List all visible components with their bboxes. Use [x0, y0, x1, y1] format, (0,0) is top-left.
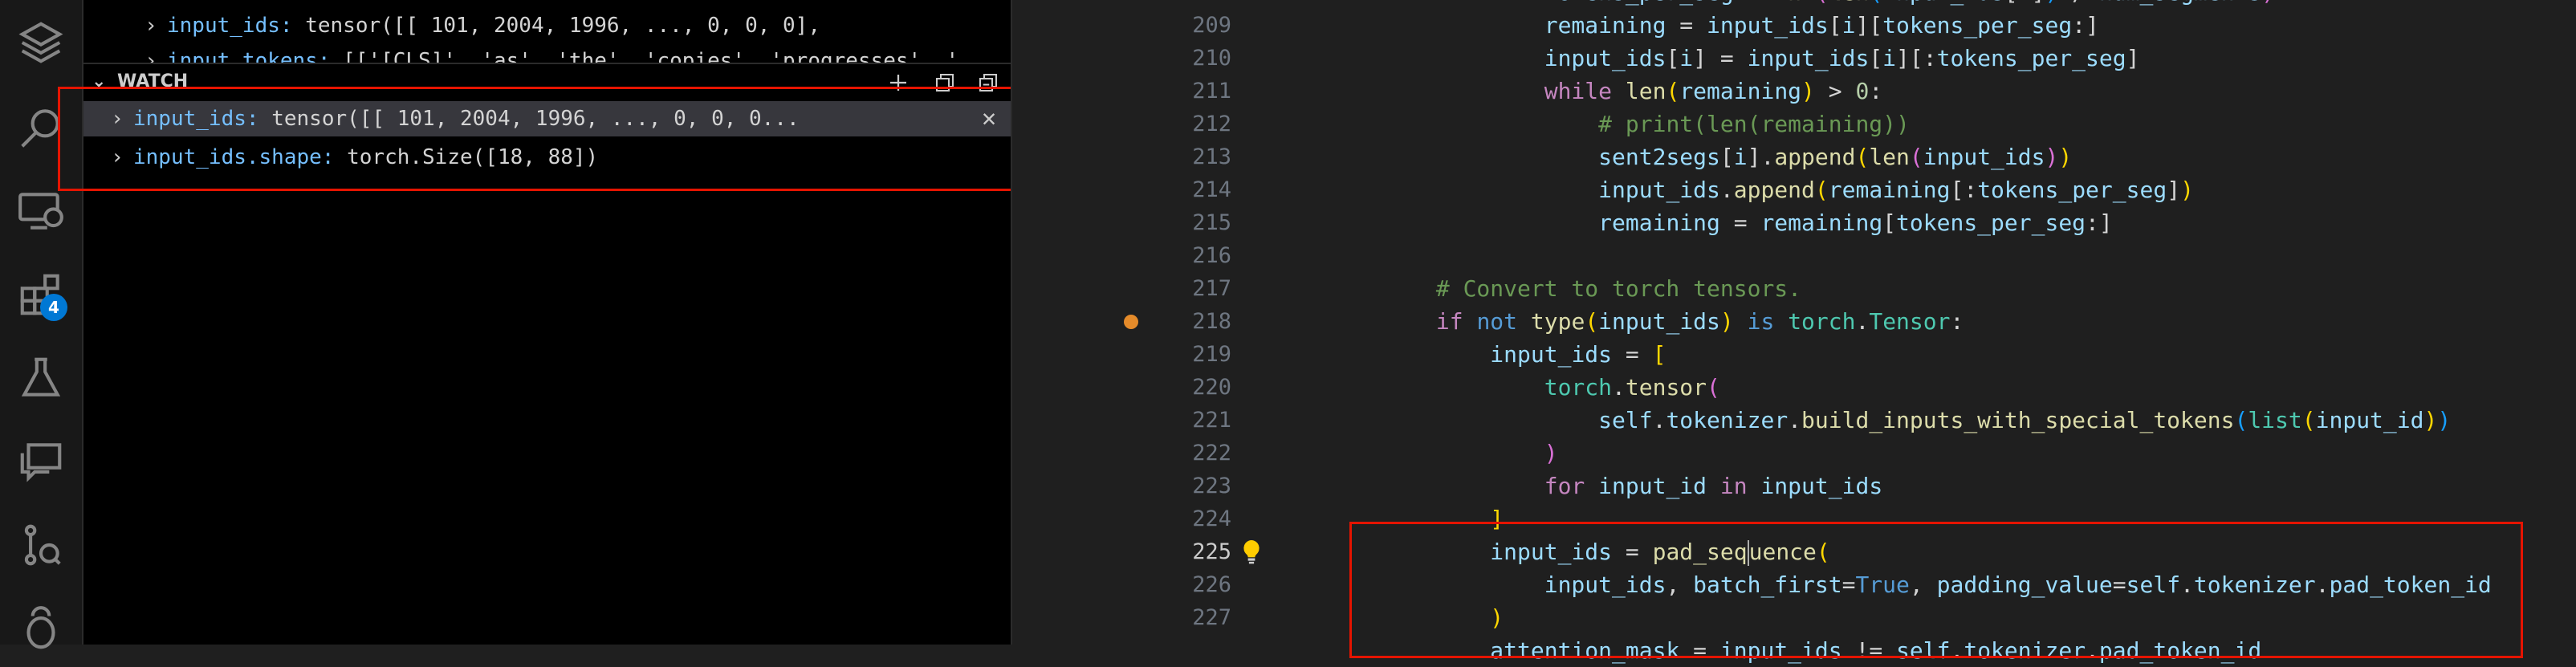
code-line: )	[1544, 440, 1558, 466]
watch-item[interactable]: › input_ids.shape: torch.Size([18, 88])	[83, 140, 1011, 175]
line-number: 214	[1192, 177, 1231, 202]
chevron-right-icon[interactable]: ›	[135, 10, 167, 42]
code-line: tokens_per_seg = int(len(input_ids[i]) /…	[1328, 0, 2275, 9]
lightbulb-icon[interactable]	[1239, 538, 1264, 567]
code-line: remaining = remaining[tokens_per_seg:]	[1598, 209, 2113, 236]
line-number: 227	[1192, 605, 1231, 630]
collapse-all-icon[interactable]	[976, 71, 1000, 95]
line-number: 220	[1192, 375, 1231, 400]
code-line: for input_id in input_ids	[1544, 473, 1883, 499]
debug-icon[interactable]	[16, 604, 66, 653]
line-number: 224	[1192, 506, 1231, 531]
line-number: 212	[1192, 112, 1231, 136]
line-number: 226	[1192, 572, 1231, 597]
chevron-right-icon[interactable]: ›	[101, 140, 133, 175]
watch-item[interactable]: › input_ids: tensor([[ 101, 2004, 1996, .…	[83, 101, 1011, 136]
line-number: 215	[1192, 210, 1231, 235]
code-line: self.tokenizer.build_inputs_with_special…	[1598, 407, 2452, 433]
refresh-icon[interactable]	[933, 71, 957, 95]
code-editor[interactable]: 209 210 211 212 213 214 215 216 217 218 …	[1119, 0, 2576, 664]
line-number: 223	[1192, 474, 1231, 498]
debug-sidebar: › input_ids: tensor([[ 101, 2004, 1996, .…	[83, 0, 1011, 645]
remote-explorer-icon[interactable]	[16, 186, 66, 236]
line-number-active: 225	[1192, 539, 1231, 564]
code-line: input_ids[i] = input_ids[i][:tokens_per_…	[1544, 45, 2140, 71]
extensions-badge: 4	[40, 294, 67, 321]
watch-key: input_ids:	[133, 107, 259, 131]
chevron-down-icon[interactable]: ⌄	[92, 64, 106, 100]
code-line: input_ids = [	[1490, 341, 1666, 368]
chevron-right-icon[interactable]: ›	[135, 45, 167, 63]
variable-row-partial[interactable]: › input_tokens: [['[CLS]', 'as', 'the', '…	[83, 45, 1011, 63]
line-number: 216	[1192, 243, 1231, 268]
watch-value: tensor([[ 101, 2004, 1996, ..., 0, 0, 0.…	[271, 107, 800, 131]
testing-icon[interactable]	[16, 353, 66, 403]
line-number: 210	[1192, 46, 1231, 71]
code-line: remaining = input_ids[i][tokens_per_seg:…	[1544, 12, 2099, 39]
watch-key: input_ids.shape:	[133, 145, 335, 169]
chevron-right-icon[interactable]: ›	[101, 101, 133, 136]
variable-row[interactable]: › input_ids: tensor([[ 101, 2004, 1996, .…	[83, 10, 1011, 42]
line-number: 218	[1192, 309, 1231, 334]
code-line: torch.tensor(	[1544, 374, 1720, 401]
source-control-icon[interactable]	[16, 520, 66, 570]
line-number: 213	[1192, 144, 1231, 169]
variable-key: input_tokens:	[167, 49, 331, 63]
line-number: 221	[1192, 408, 1231, 433]
variable-key: input_ids:	[167, 14, 293, 38]
code-line: while len(remaining) > 0:	[1544, 78, 1883, 104]
code-line: sent2segs[i].append(len(input_ids))	[1598, 144, 2073, 170]
code-line: input_ids, batch_first=True, padding_val…	[1544, 571, 2492, 598]
line-number: 222	[1192, 441, 1231, 466]
line-number: 217	[1192, 276, 1231, 301]
code-line: input_ids.append(remaining[:tokens_per_s…	[1598, 177, 2194, 203]
code-line-active: input_ids = pad_sequence(	[1490, 539, 1830, 566]
search-icon[interactable]	[16, 103, 66, 153]
remove-expression-icon[interactable]: ✕	[982, 101, 996, 136]
code-line: attention_mask = input_ids != self.token…	[1490, 637, 2262, 664]
code-line: # print(len(remaining))	[1598, 111, 1910, 137]
code-line: # Convert to torch tensors.	[1435, 275, 1802, 302]
code-line: ]	[1490, 506, 1504, 532]
explorer-icon[interactable]	[16, 18, 66, 67]
panel-divider	[1011, 0, 1119, 645]
code-line: )	[1490, 604, 1504, 631]
watch-section-header[interactable]: ⌄ WATCH	[83, 63, 1011, 100]
variable-value: [['[CLS]', 'as', 'the', 'copies', 'progr…	[343, 49, 997, 63]
add-expression-icon[interactable]	[886, 71, 910, 95]
watch-title: WATCH	[117, 71, 189, 92]
line-number: 211	[1192, 79, 1231, 104]
code-line: if not type(input_ids) is torch.Tensor:	[1435, 308, 1964, 335]
line-number: 209	[1192, 13, 1231, 38]
comments-icon[interactable]	[16, 437, 66, 486]
variable-value: tensor([[ 101, 2004, 1996, ..., 0, 0, 0]…	[305, 14, 820, 38]
activity-bar: 4	[0, 0, 83, 649]
watch-value: torch.Size([18, 88])	[347, 145, 599, 169]
line-number: 219	[1192, 342, 1231, 367]
breakpoint-icon[interactable]	[1124, 315, 1138, 329]
